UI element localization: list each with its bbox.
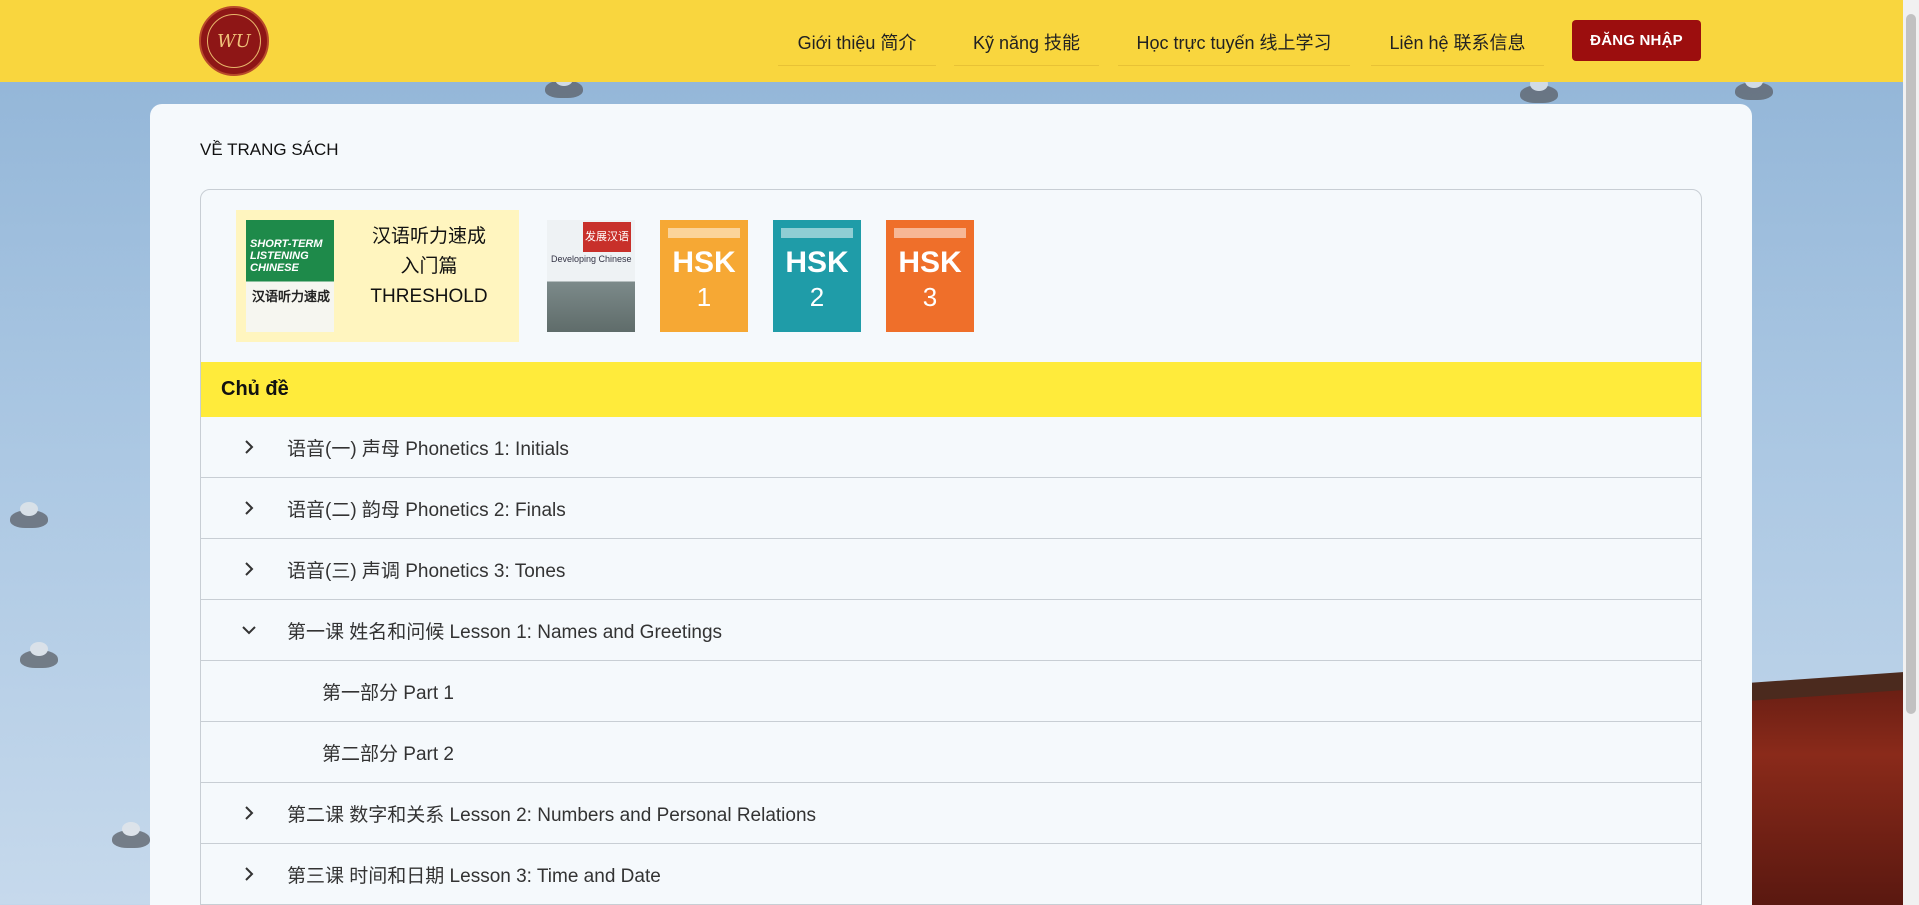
- selected-book-line1: 汉语听力速成: [371, 226, 486, 247]
- selected-book-title: 汉语听力速成 入门篇 THRESHOLD: [344, 222, 514, 312]
- topic-row[interactable]: 语音(二) 韵母 Phonetics 2: Finals: [201, 478, 1701, 539]
- chevron-right-icon[interactable]: [239, 864, 259, 884]
- book-panel: SHORT-TERM LISTENING CHINESE 汉语听力速成 汉语听力…: [200, 189, 1702, 905]
- chevron-right-icon[interactable]: [239, 559, 259, 579]
- book-cover-image: SHORT-TERM LISTENING CHINESE 汉语听力速成: [246, 220, 334, 332]
- chevron-right-icon[interactable]: [239, 803, 259, 823]
- background-building: [1739, 690, 1919, 905]
- background-bird: [10, 502, 48, 528]
- selected-book[interactable]: SHORT-TERM LISTENING CHINESE 汉语听力速成 汉语听力…: [236, 210, 519, 342]
- topic-list: 语音(一) 声母 Phonetics 1: Initials 语音(二) 韵母 …: [201, 417, 1701, 905]
- book-cover-label: Developing Chinese: [551, 254, 632, 264]
- nav-contact[interactable]: Liên hệ 联系信息: [1371, 18, 1544, 66]
- top-header: WU Giới thiệu 简介 Kỹ năng 技能 Học trực tuy…: [0, 0, 1903, 82]
- book-cover-band: [894, 228, 966, 238]
- book-thumbnail-hsk3[interactable]: HSK 3: [886, 220, 974, 332]
- topic-label: 语音(一) 声母 Phonetics 1: Initials: [287, 438, 569, 460]
- topic-label: 第二课 数字和关系 Lesson 2: Numbers and Personal…: [287, 804, 817, 826]
- selected-book-line3: THRESHOLD: [370, 286, 488, 307]
- nav-about[interactable]: Giới thiệu 简介: [778, 18, 936, 66]
- book-cover-hsk: HSK: [785, 246, 849, 279]
- topic-row[interactable]: 第二课 数字和关系 Lesson 2: Numbers and Personal…: [201, 783, 1701, 844]
- topic-label: 语音(三) 声调 Phonetics 3: Tones: [287, 560, 566, 582]
- topic-label: 语音(二) 韵母 Phonetics 2: Finals: [287, 499, 566, 521]
- book-thumbnail-hsk1[interactable]: HSK 1: [660, 220, 748, 332]
- book-cover-badge: 发展汉语: [583, 222, 631, 252]
- main-card: VỀ TRANG SÁCH SHORT-TERM LISTENING CHINE…: [150, 104, 1752, 905]
- book-cover-level: 2: [809, 282, 825, 312]
- book-thumbnail-hsk2[interactable]: HSK 2: [773, 220, 861, 332]
- subtopic-row[interactable]: 第一部分 Part 1: [201, 661, 1701, 722]
- selected-book-line2: 入门篇: [400, 256, 458, 277]
- logo-text: WU: [207, 14, 261, 68]
- login-button[interactable]: ĐĂNG NHẬP: [1572, 20, 1701, 61]
- background-bird: [545, 72, 583, 98]
- background-bird: [112, 822, 150, 848]
- book-thumbnail-developing-chinese[interactable]: 发展汉语 Developing Chinese: [547, 220, 635, 332]
- site-logo[interactable]: WU: [199, 6, 269, 76]
- background-bird: [1735, 74, 1773, 100]
- background-bird: [20, 642, 58, 668]
- nav-online-learning[interactable]: Học trực tuyến 线上学习: [1118, 18, 1350, 66]
- section-title: VỀ TRANG SÁCH: [200, 140, 339, 159]
- topic-label: 第一课 姓名和问候 Lesson 1: Names and Greetings: [287, 621, 723, 643]
- chevron-down-icon[interactable]: [239, 620, 259, 640]
- book-cover-level: 3: [922, 282, 938, 312]
- topic-row[interactable]: 第三课 时间和日期 Lesson 3: Time and Date: [201, 844, 1701, 905]
- book-cover-hsk: HSK: [898, 246, 962, 279]
- topic-header: Chủ đề: [201, 362, 1701, 417]
- book-cover-band: [781, 228, 853, 238]
- book-cover-level: 1: [696, 282, 712, 312]
- book-cover-title: SHORT-TERM LISTENING CHINESE: [250, 238, 323, 274]
- subtopic-label: 第一部分 Part 1: [322, 682, 454, 704]
- chevron-right-icon[interactable]: [239, 437, 259, 457]
- chevron-right-icon[interactable]: [239, 498, 259, 518]
- page-scrollbar-thumb[interactable]: [1906, 14, 1916, 714]
- topic-row[interactable]: 语音(一) 声母 Phonetics 1: Initials: [201, 417, 1701, 478]
- subtopic-label: 第二部分 Part 2: [322, 743, 454, 765]
- topic-row-expanded[interactable]: 第一课 姓名和问候 Lesson 1: Names and Greetings: [201, 600, 1701, 661]
- nav-skills[interactable]: Kỹ năng 技能: [954, 18, 1099, 66]
- book-cover-subtitle: 汉语听力速成: [252, 289, 331, 304]
- subtopic-row[interactable]: 第二部分 Part 2: [201, 722, 1701, 783]
- book-cover-band: [668, 228, 740, 238]
- topic-label: 第三课 时间和日期 Lesson 3: Time and Date: [287, 865, 661, 887]
- topic-row[interactable]: 语音(三) 声调 Phonetics 3: Tones: [201, 539, 1701, 600]
- background-bird: [1520, 77, 1558, 103]
- book-cover-hsk: HSK: [672, 246, 736, 279]
